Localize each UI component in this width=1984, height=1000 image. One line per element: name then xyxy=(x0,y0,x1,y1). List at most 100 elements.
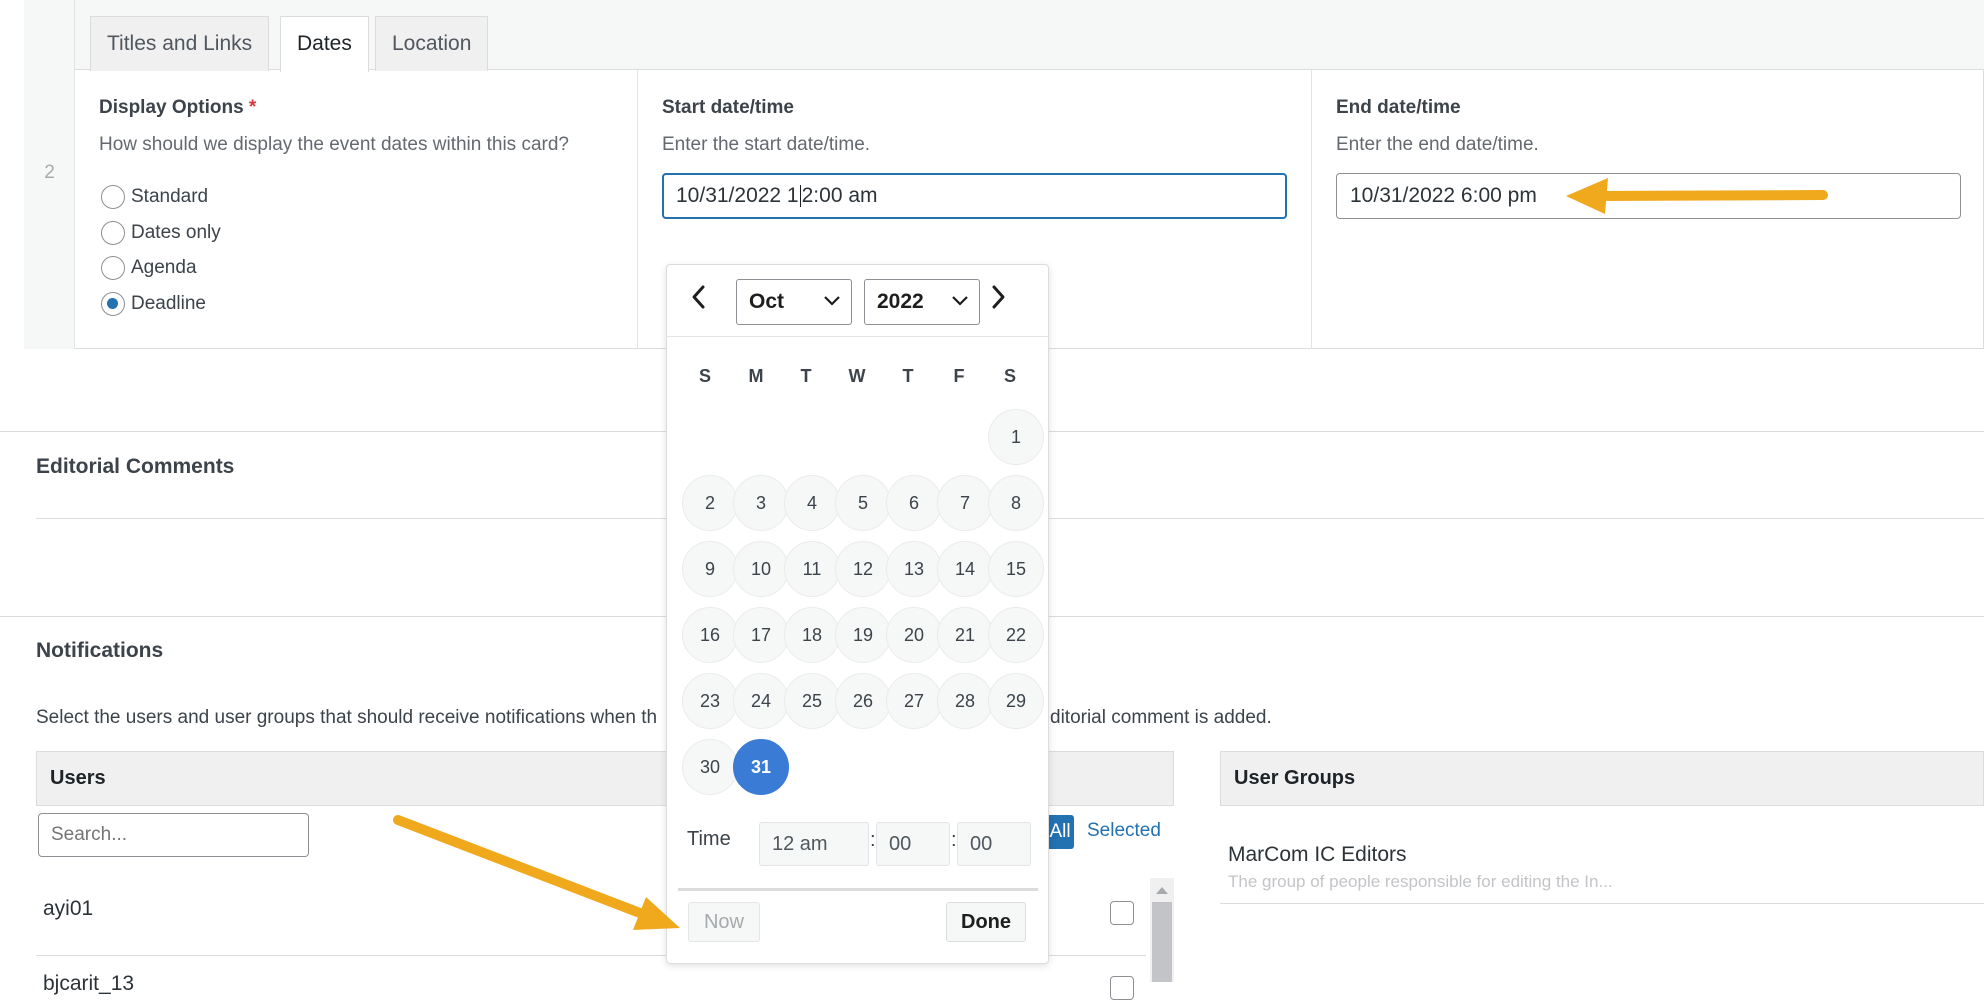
weekday-thu: T xyxy=(902,366,914,386)
done-button[interactable]: Done xyxy=(946,902,1026,942)
prev-month-icon[interactable] xyxy=(684,280,714,314)
radio-standard-circle[interactable] xyxy=(101,185,125,209)
calendar-day-22[interactable]: 22 xyxy=(988,607,1044,663)
display-options-label: Display Options * xyxy=(99,97,256,119)
datepicker-header-divider xyxy=(666,336,1049,337)
radio-agenda-circle[interactable] xyxy=(101,256,125,280)
chevron-down-icon xyxy=(952,296,968,306)
radio-deadline-label: Deadline xyxy=(131,293,206,314)
calendar-day-20[interactable]: 20 xyxy=(886,607,942,663)
radio-standard[interactable]: Standard xyxy=(101,183,208,211)
start-date-input[interactable]: 10/31/2022 1 2:00 am xyxy=(662,173,1287,219)
now-button[interactable]: Now xyxy=(688,902,760,942)
tab-location[interactable]: Location xyxy=(375,16,489,71)
calendar-day-21[interactable]: 21 xyxy=(937,607,993,663)
calendar-day-17[interactable]: 17 xyxy=(733,607,789,663)
row-number: 2 xyxy=(44,162,55,183)
start-date-label: Start date/time xyxy=(662,97,794,118)
start-date-value-a: 10/31/2022 1 xyxy=(676,184,799,207)
calendar-day-27[interactable]: 27 xyxy=(886,673,942,729)
column-divider xyxy=(637,70,638,349)
calendar-day-9[interactable]: 9 xyxy=(682,541,738,597)
end-date-label: End date/time xyxy=(1336,97,1461,118)
calendar-day-15[interactable]: 15 xyxy=(988,541,1044,597)
calendar-day-4[interactable]: 4 xyxy=(784,475,840,531)
calendar-day-8[interactable]: 8 xyxy=(988,475,1044,531)
calendar-day-29[interactable]: 29 xyxy=(988,673,1044,729)
calendar-day-14[interactable]: 14 xyxy=(937,541,993,597)
list-divider xyxy=(1220,903,1984,904)
hour-select[interactable]: 12 am xyxy=(759,822,869,866)
radio-deadline-circle[interactable] xyxy=(101,292,125,316)
calendar-day-28[interactable]: 28 xyxy=(937,673,993,729)
user-groups-header: User Groups xyxy=(1220,751,1984,806)
month-select[interactable]: Oct xyxy=(736,279,852,325)
users-search-input[interactable] xyxy=(38,813,309,857)
year-select-value: 2022 xyxy=(877,290,924,313)
radio-agenda[interactable]: Agenda xyxy=(101,254,197,282)
start-date-description: Enter the start date/time. xyxy=(662,134,871,155)
radio-deadline[interactable]: Deadline xyxy=(101,290,206,318)
editorial-comments-title: Editorial Comments xyxy=(36,455,235,478)
weekday-sat: S xyxy=(1003,366,1016,386)
next-month-icon[interactable] xyxy=(983,280,1013,314)
calendar-day-18[interactable]: 18 xyxy=(784,607,840,663)
display-options-label-text: Display Options xyxy=(99,97,244,118)
end-date-input[interactable]: 10/31/2022 6:00 pm xyxy=(1336,173,1961,219)
radio-standard-label: Standard xyxy=(131,186,209,207)
calendar-day-6[interactable]: 6 xyxy=(886,475,942,531)
scroll-up-arrow-icon[interactable] xyxy=(1154,884,1170,896)
end-date-description: Enter the end date/time. xyxy=(1336,134,1539,155)
calendar-day-19[interactable]: 19 xyxy=(835,607,891,663)
calendar-day-3[interactable]: 3 xyxy=(733,475,789,531)
selected-filter-link[interactable]: Selected xyxy=(1087,820,1161,842)
radio-agenda-label: Agenda xyxy=(131,257,197,278)
calendar-day-31[interactable]: 31 xyxy=(733,739,789,795)
calendar-day-12[interactable]: 12 xyxy=(835,541,891,597)
user-checkbox-second[interactable] xyxy=(1110,976,1134,1000)
minute-select[interactable]: 00 xyxy=(876,822,950,866)
start-date-value-b: 2:00 am xyxy=(801,184,878,207)
users-scroll-thumb[interactable] xyxy=(1152,902,1172,982)
group-description: The group of people responsible for edit… xyxy=(1228,872,1613,891)
calendar-day-25[interactable]: 25 xyxy=(784,673,840,729)
time-separator: : xyxy=(870,829,876,851)
user-checkbox-ayi01[interactable] xyxy=(1110,901,1134,925)
calendar-day-23[interactable]: 23 xyxy=(682,673,738,729)
calendar-day-2[interactable]: 2 xyxy=(682,475,738,531)
calendar-day-16[interactable]: 16 xyxy=(682,607,738,663)
calendar-day-24[interactable]: 24 xyxy=(733,673,789,729)
calendar-day-10[interactable]: 10 xyxy=(733,541,789,597)
weekday-fri: F xyxy=(953,366,965,386)
notifications-description-right: ditorial comment is added. xyxy=(1050,707,1272,728)
calendar-day-11[interactable]: 11 xyxy=(784,541,840,597)
calendar-day-1[interactable]: 1 xyxy=(988,409,1044,465)
radio-dates-only[interactable]: Dates only xyxy=(101,219,221,247)
year-select[interactable]: 2022 xyxy=(864,279,980,325)
calendar-day-26[interactable]: 26 xyxy=(835,673,891,729)
calendar-day-5[interactable]: 5 xyxy=(835,475,891,531)
arrow-to-now-button-icon xyxy=(393,815,680,930)
weekday-mon: M xyxy=(748,366,764,386)
notifications-title: Notifications xyxy=(36,639,164,662)
calendar-day-30[interactable]: 30 xyxy=(682,739,738,795)
tab-titles-and-links[interactable]: Titles and Links xyxy=(90,16,270,71)
calendar-day-7[interactable]: 7 xyxy=(937,475,993,531)
notifications-description-left: Select the users and user groups that sh… xyxy=(36,707,658,728)
column-divider xyxy=(1311,70,1312,349)
required-mark: * xyxy=(248,97,257,118)
tab-dates[interactable]: Dates xyxy=(280,16,369,72)
time-label: Time xyxy=(687,828,731,850)
select-all-button[interactable]: All xyxy=(1046,815,1074,849)
datepicker-footer-divider xyxy=(678,888,1038,891)
radio-dates-only-label: Dates only xyxy=(131,222,221,243)
month-select-value: Oct xyxy=(749,290,785,313)
second-select[interactable]: 00 xyxy=(957,822,1031,866)
time-separator: : xyxy=(951,829,957,851)
user-name-ayi01: ayi01 xyxy=(43,897,94,920)
display-options-description: How should we display the event dates wi… xyxy=(99,134,569,155)
text-caret xyxy=(799,185,801,208)
radio-dates-only-circle[interactable] xyxy=(101,221,125,245)
weekday-sun: S xyxy=(698,366,711,386)
calendar-day-13[interactable]: 13 xyxy=(886,541,942,597)
